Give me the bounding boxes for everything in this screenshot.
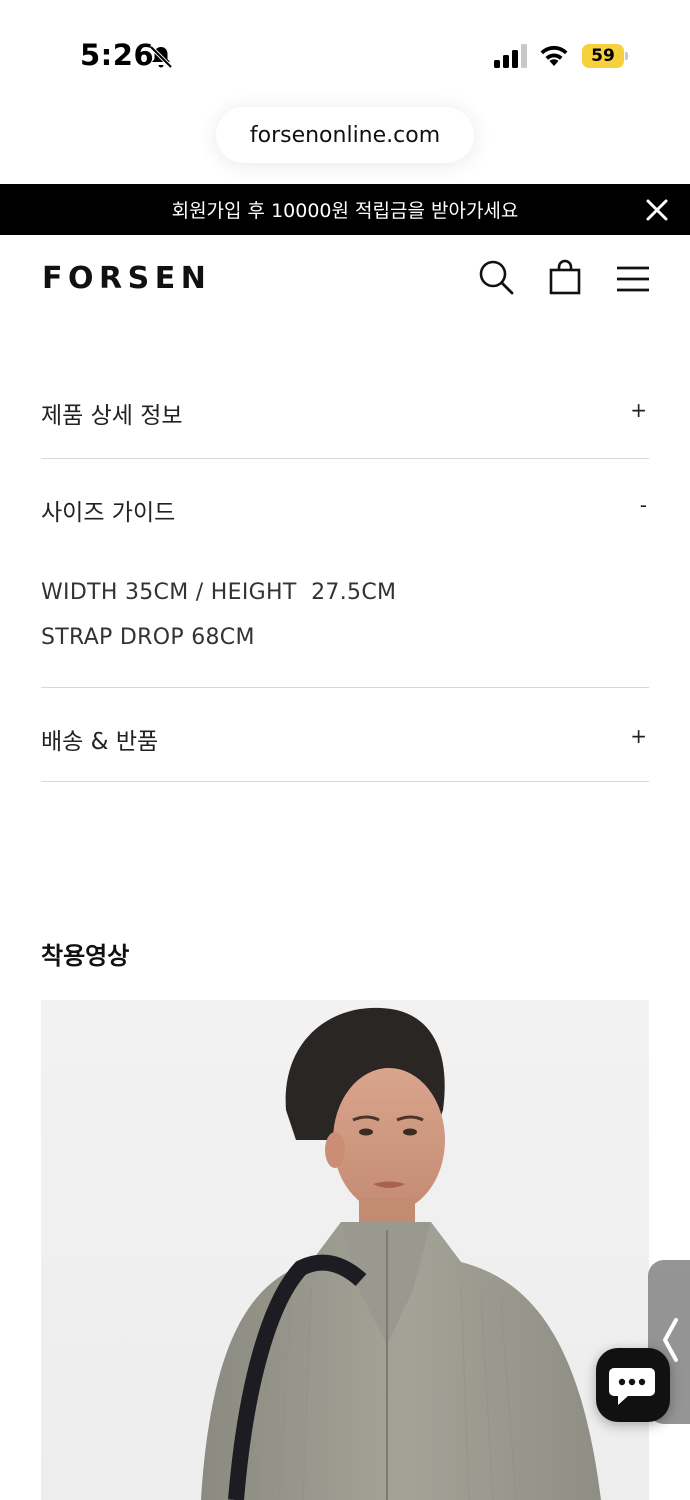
- section-title-video: 착용영상: [41, 942, 130, 970]
- hamburger-menu-icon[interactable]: [616, 265, 650, 293]
- brand-logo[interactable]: FORSEN: [42, 261, 211, 296]
- battery-cap: [625, 52, 628, 60]
- expand-toggle[interactable]: +: [630, 398, 647, 422]
- accordion-title: 제품 상세 정보: [41, 403, 183, 429]
- accordion-title: 사이즈 가이드: [41, 500, 176, 526]
- chat-button[interactable]: [596, 1348, 670, 1422]
- wifi-icon: [540, 45, 568, 66]
- accordion-title: 배송 & 반품: [41, 729, 159, 755]
- model-image: [201, 1007, 601, 1500]
- product-info-accordion: 제품 상세 정보 + 사이즈 가이드 - 배송 & 반품 +: [41, 362, 649, 782]
- status-bar: 5:26 59: [0, 0, 690, 100]
- address-bar[interactable]: forsenonline.com: [216, 107, 474, 163]
- shopping-bag-icon[interactable]: [548, 259, 582, 295]
- cellular-signal-icon: [494, 44, 527, 68]
- promo-banner: 회원가입 후 10000원 적립금을 받아가세요: [0, 184, 690, 235]
- site-header: FORSEN: [0, 235, 690, 321]
- strap-drop: STRAP DROP 68CM: [41, 625, 255, 650]
- product-video[interactable]: [41, 1000, 649, 1500]
- size-dimensions: WIDTH 35CM / HEIGHT 27.5CM: [41, 580, 397, 605]
- accordion-item-product-details[interactable]: 제품 상세 정보 +: [41, 362, 649, 459]
- expand-toggle[interactable]: +: [630, 724, 647, 748]
- battery-level: 59: [591, 46, 615, 66]
- search-icon[interactable]: [478, 259, 514, 295]
- collapse-toggle[interactable]: -: [640, 493, 647, 517]
- bell-slash-icon: [149, 45, 173, 69]
- status-time: 5:26: [80, 38, 155, 72]
- promo-text: 회원가입 후 10000원 적립금을 받아가세요: [171, 200, 519, 222]
- chat-bubble-icon: [609, 1368, 655, 1405]
- accordion-item-shipping-returns[interactable]: 배송 & 반품 +: [41, 688, 649, 782]
- battery-icon: 59: [582, 44, 628, 68]
- close-icon[interactable]: [644, 197, 670, 223]
- accordion-item-size-guide[interactable]: 사이즈 가이드 -: [41, 459, 649, 688]
